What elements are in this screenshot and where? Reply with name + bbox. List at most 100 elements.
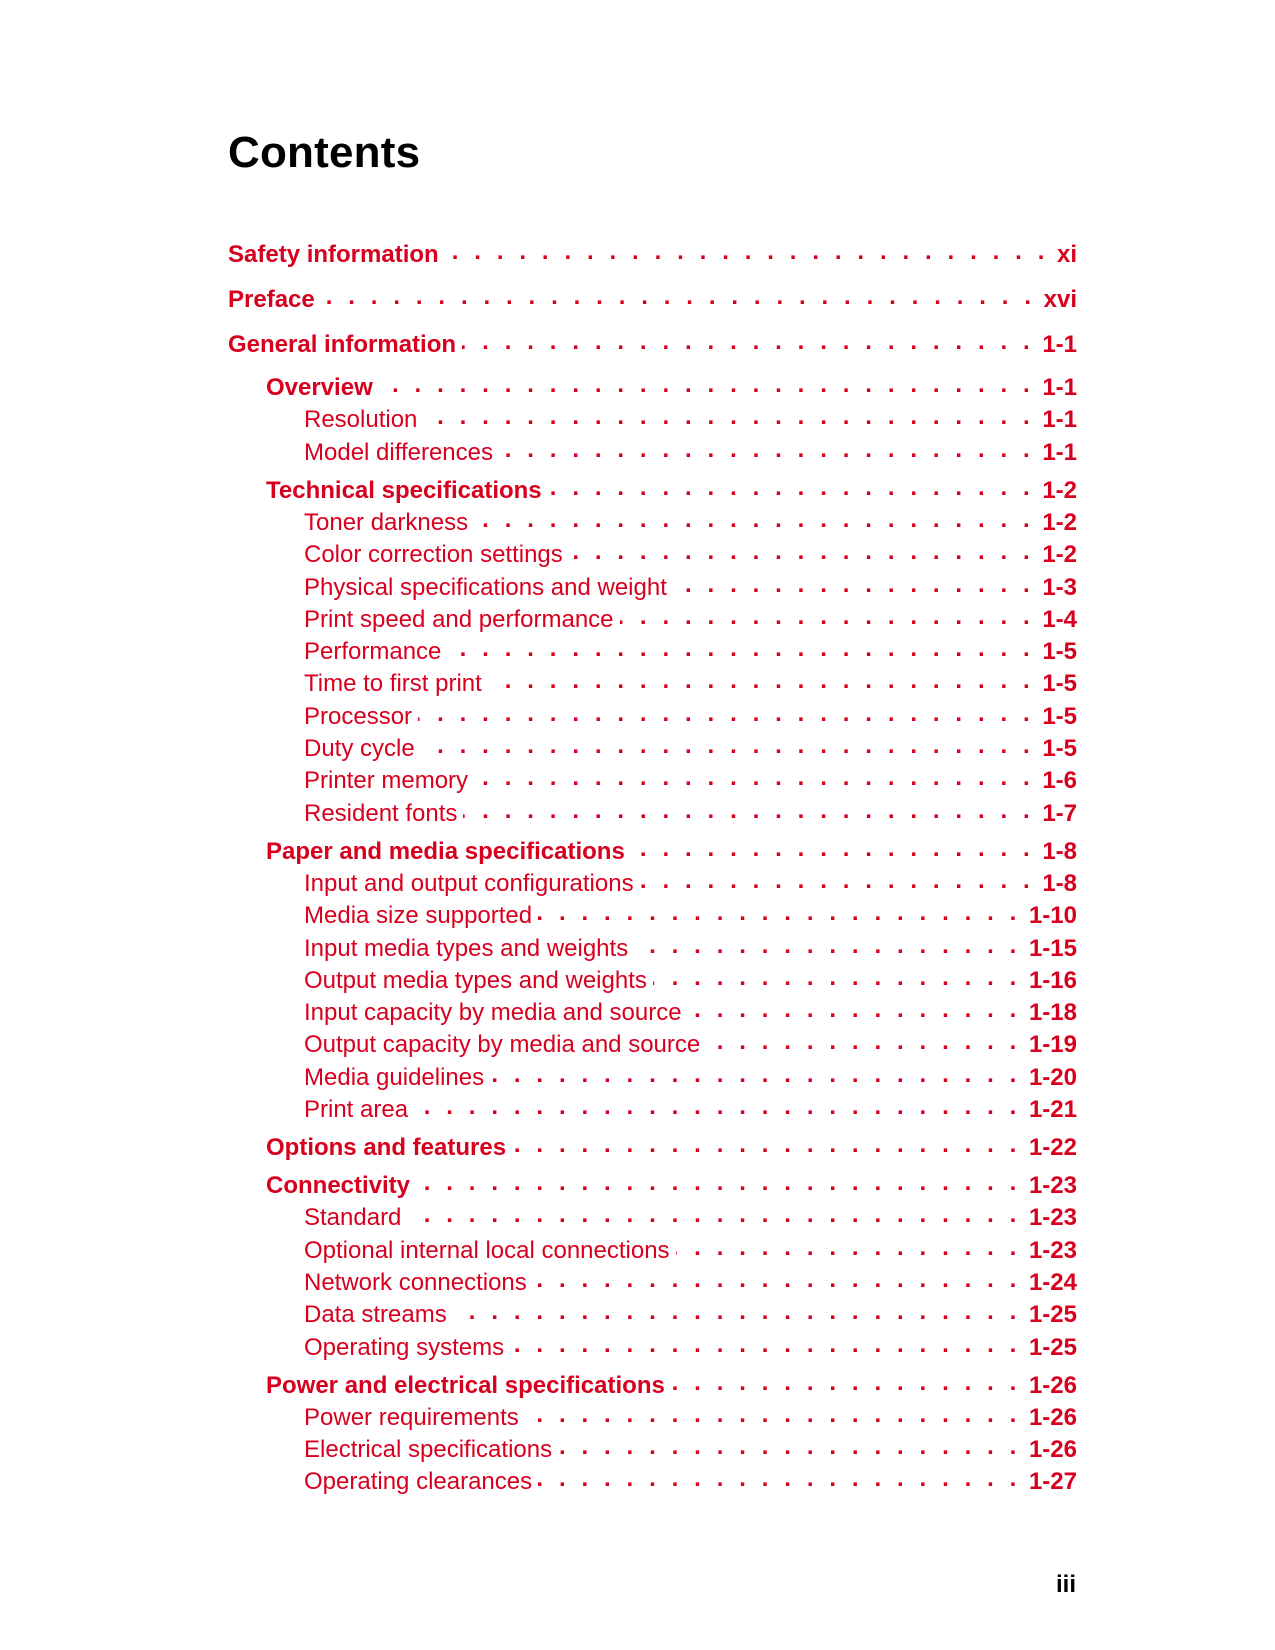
toc-entry-title[interactable]: Overview [266, 374, 379, 402]
toc-entry-level-3[interactable]: Model differences 1-1 [228, 436, 1077, 467]
toc-entry-level-3[interactable]: Media guidelines 1-20 [228, 1061, 1077, 1092]
toc-entry-page[interactable]: 1-25 [1021, 1334, 1077, 1362]
toc-entry-level-2[interactable]: Paper and media specifications 1-8 [228, 835, 1077, 866]
toc-entry-page[interactable]: 1-24 [1021, 1269, 1077, 1297]
toc-entry-level-1[interactable]: General information 1-1 [228, 328, 1077, 359]
toc-entry-title[interactable]: Technical specifications [266, 476, 548, 505]
toc-entry-level-3[interactable]: Operating systems 1-25 [228, 1331, 1077, 1362]
toc-entry-title[interactable]: Data streams [304, 1301, 453, 1330]
toc-entry-title[interactable]: Power requirements [304, 1403, 525, 1432]
toc-entry-level-2[interactable]: Connectivity 1-23 [228, 1169, 1077, 1200]
toc-entry-level-2[interactable]: Power and electrical specifications 1-26 [228, 1369, 1077, 1400]
toc-entry-page[interactable]: 1-5 [1034, 670, 1077, 698]
toc-entry-page[interactable]: 1-21 [1021, 1096, 1077, 1124]
toc-entry-page[interactable]: 1-2 [1034, 541, 1077, 569]
toc-entry-title[interactable]: Physical specifications and weight [304, 573, 673, 602]
toc-entry-page[interactable]: 1-1 [1034, 331, 1077, 359]
toc-entry-page[interactable]: 1-25 [1021, 1301, 1077, 1329]
toc-entry-level-3[interactable]: Output media types and weights 1-16 [228, 964, 1077, 995]
toc-entry-title[interactable]: Operating clearances [304, 1468, 539, 1497]
toc-entry-level-3[interactable]: Resident fonts 1-7 [228, 797, 1077, 828]
toc-entry-level-3[interactable]: Printer memory 1-6 [228, 764, 1077, 796]
toc-entry-title[interactable]: Color correction settings [304, 541, 569, 570]
toc-entry-title[interactable]: Network connections [304, 1268, 533, 1297]
toc-entry-title[interactable]: Toner darkness [304, 508, 475, 537]
toc-entry-page[interactable]: 1-26 [1021, 1436, 1077, 1464]
toc-entry-level-3[interactable]: Input capacity by media and source 1-18 [228, 996, 1077, 1028]
toc-entry-level-3[interactable]: Network connections 1-24 [228, 1266, 1077, 1297]
toc-entry-level-3[interactable]: Performance 1-5 [228, 635, 1077, 667]
toc-entry-page[interactable]: 1-26 [1021, 1404, 1077, 1432]
toc-entry-title[interactable]: Electrical specifications [304, 1436, 559, 1465]
toc-entry-level-3[interactable]: Input media types and weights 1-15 [228, 932, 1077, 963]
toc-entry-level-3[interactable]: Standard 1-23 [228, 1201, 1077, 1233]
toc-entry-level-3[interactable]: Physical specifications and weight 1-3 [228, 571, 1077, 602]
toc-entry-page[interactable]: 1-26 [1021, 1372, 1077, 1400]
toc-entry-title[interactable]: Connectivity [266, 1172, 417, 1200]
toc-entry-page[interactable]: 1-15 [1021, 935, 1077, 963]
toc-entry-title[interactable]: Power and electrical specifications [266, 1371, 671, 1400]
toc-entry-title[interactable]: Input media types and weights [304, 934, 635, 963]
toc-entry-title[interactable]: Standard [304, 1204, 408, 1233]
toc-entry-title[interactable]: Time to first print [304, 670, 488, 699]
toc-entry-title[interactable]: Duty cycle [304, 735, 421, 763]
toc-entry-title[interactable]: Print speed and performance [304, 605, 620, 634]
toc-entry-page[interactable]: 1-5 [1034, 638, 1077, 666]
toc-entry-title[interactable]: General information [228, 331, 463, 359]
toc-entry-level-1[interactable]: Preface xvi [228, 283, 1077, 314]
toc-entry-level-2[interactable]: Overview 1-1 [228, 371, 1077, 402]
toc-entry-page[interactable]: 1-18 [1021, 999, 1077, 1027]
toc-entry-level-1[interactable]: Safety information xi [228, 238, 1077, 269]
toc-entry-page[interactable]: 1-2 [1034, 509, 1077, 537]
toc-entry-level-3[interactable]: Print speed and performance 1-4 [228, 603, 1077, 634]
toc-entry-page[interactable]: xi [1049, 241, 1077, 269]
toc-entry-level-3[interactable]: Data streams 1-25 [228, 1298, 1077, 1330]
toc-entry-level-2[interactable]: Technical specifications 1-2 [228, 474, 1077, 505]
toc-entry-title[interactable]: Input and output configurations [304, 869, 640, 898]
toc-entry-level-3[interactable]: Optional internal local connections 1-23 [228, 1234, 1077, 1265]
toc-entry-title[interactable]: Operating systems [304, 1333, 511, 1362]
toc-entry-page[interactable]: 1-23 [1021, 1237, 1077, 1265]
toc-entry-title[interactable]: Paper and media specifications [266, 837, 631, 866]
toc-entry-level-3[interactable]: Output capacity by media and source 1-19 [228, 1028, 1077, 1060]
toc-entry-page[interactable]: 1-8 [1034, 838, 1077, 866]
toc-entry-page[interactable]: 1-20 [1021, 1064, 1077, 1092]
toc-entry-page[interactable]: 1-7 [1034, 800, 1077, 828]
toc-entry-page[interactable]: 1-6 [1034, 767, 1077, 795]
toc-entry-level-2[interactable]: Options and features 1-22 [228, 1131, 1077, 1162]
toc-entry-page[interactable]: 1-23 [1021, 1204, 1077, 1232]
toc-entry-title[interactable]: Optional internal local connections [304, 1236, 676, 1265]
toc-entry-page[interactable]: 1-1 [1034, 439, 1077, 467]
toc-entry-page[interactable]: 1-2 [1034, 477, 1077, 505]
toc-entry-title[interactable]: Print area [304, 1096, 415, 1124]
toc-entry-title[interactable]: Media guidelines [304, 1063, 491, 1092]
toc-entry-page[interactable]: 1-5 [1034, 703, 1077, 731]
toc-entry-level-3[interactable]: Color correction settings 1-2 [228, 538, 1077, 570]
toc-entry-title[interactable]: Output capacity by media and source [304, 1031, 707, 1060]
toc-entry-title[interactable]: Resident fonts [304, 799, 464, 828]
toc-entry-page[interactable]: 1-19 [1021, 1031, 1077, 1059]
toc-entry-title[interactable]: Media size supported [304, 902, 539, 931]
toc-entry-level-3[interactable]: Duty cycle 1-5 [228, 732, 1077, 763]
toc-entry-page[interactable]: xvi [1036, 286, 1077, 314]
toc-entry-page[interactable]: 1-1 [1034, 406, 1077, 434]
toc-entry-page[interactable]: 1-22 [1021, 1134, 1077, 1162]
toc-entry-level-3[interactable]: Media size supported 1-10 [228, 899, 1077, 931]
toc-entry-title[interactable]: Options and features [266, 1134, 513, 1162]
toc-entry-level-3[interactable]: Input and output configurations 1-8 [228, 867, 1077, 898]
toc-entry-title[interactable]: Resolution [304, 406, 424, 435]
toc-entry-level-3[interactable]: Power requirements 1-26 [228, 1401, 1077, 1432]
toc-entry-page[interactable]: 1-4 [1034, 606, 1077, 634]
toc-entry-level-3[interactable]: Processor 1-5 [228, 700, 1077, 731]
toc-entry-title[interactable]: Output media types and weights [304, 966, 653, 995]
toc-entry-title[interactable]: Performance [304, 638, 448, 667]
toc-entry-level-3[interactable]: Resolution 1-1 [228, 403, 1077, 435]
toc-entry-page[interactable]: 1-27 [1021, 1468, 1077, 1496]
toc-entry-level-3[interactable]: Electrical specifications 1-26 [228, 1433, 1077, 1465]
toc-entry-title[interactable]: Printer memory [304, 767, 475, 796]
toc-entry-page[interactable]: 1-3 [1034, 574, 1077, 602]
toc-entry-title[interactable]: Processor [304, 702, 419, 731]
toc-entry-level-3[interactable]: Toner darkness 1-2 [228, 506, 1077, 537]
toc-entry-level-3[interactable]: Print area 1-21 [228, 1093, 1077, 1124]
toc-entry-page[interactable]: 1-16 [1021, 967, 1077, 995]
